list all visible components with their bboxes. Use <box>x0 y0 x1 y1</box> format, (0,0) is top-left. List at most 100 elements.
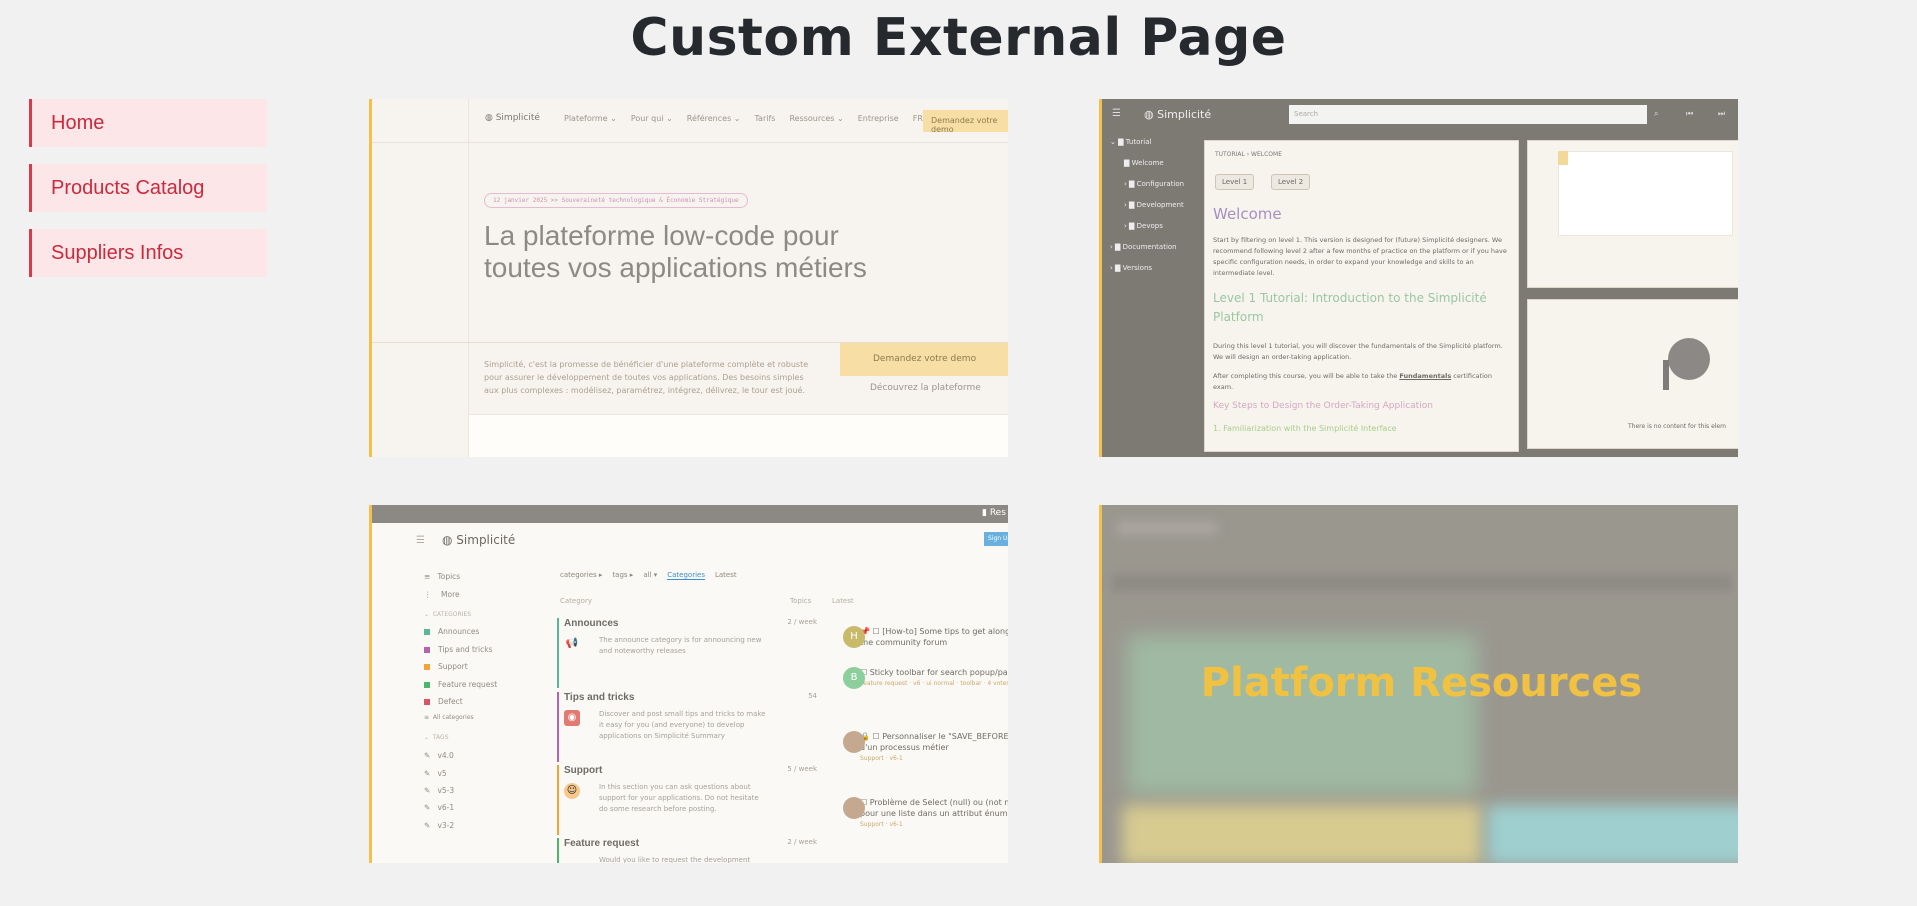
blurred-logo <box>1117 521 1217 535</box>
hero-paragraph: Simplicité, c'est la promesse de bénéfic… <box>484 360 809 395</box>
site-footer-area <box>469 414 1008 457</box>
app-sidebar: ⌄ ▇ Tutorial ▇ Welcome › ▇ Configuration… <box>1102 132 1198 457</box>
platform-resources-label: Platform Resources <box>1200 660 1643 706</box>
tile-platform-resources[interactable]: Platform Resources <box>1099 505 1738 863</box>
empty-illustration-icon <box>1668 338 1710 380</box>
breadcrumb: TUTORIAL › WELCOME <box>1215 151 1282 158</box>
sidebar-topics: ≡ Topics <box>424 572 461 581</box>
forum-topbar <box>372 505 1008 523</box>
support-icon: ☺ <box>564 783 580 799</box>
resources-link: ▮ Res <box>982 508 1006 518</box>
sidebar-all-categories: ≡ All categories <box>424 714 474 721</box>
preview-panel <box>1527 140 1738 288</box>
tree-item: › ▇ Documentation <box>1110 243 1177 251</box>
sidebar-category: Announces <box>424 627 479 636</box>
site-menu-item: Tarifs <box>754 114 776 123</box>
tag-icon: ✎ <box>424 751 433 760</box>
tree-item: › ▇ Versions <box>1110 264 1153 272</box>
header-topics: Topics <box>790 597 812 605</box>
doc-paragraph: After completing this course, you will b… <box>1213 372 1492 391</box>
tag-icon: ✎ <box>424 786 433 795</box>
sidebar-category: Tips and tricks <box>424 645 492 654</box>
menu-icon: ☰ <box>416 535 425 546</box>
tag-icon: ✎ <box>424 769 433 778</box>
megaphone-icon: 📢 <box>565 638 579 649</box>
doc-intro: Start by filtering on level 1. This vers… <box>1213 236 1507 277</box>
tile-forum-preview[interactable]: ▮ Res ☰ ◍ Simplicité Sign Up ≡ Topics ⋮ … <box>369 505 1008 863</box>
level-1-button: Level 1 <box>1215 174 1255 190</box>
doc-subheading: 1. Familiarization with the Simplicité I… <box>1213 424 1397 433</box>
tree-item: › ▇ Configuration <box>1124 180 1185 188</box>
avatar <box>843 731 865 753</box>
news-tag: 12 janvier 2025 >> Souveraineté technolo… <box>484 193 748 208</box>
tree-item: ▇ Welcome <box>1124 159 1164 167</box>
divider <box>468 99 469 457</box>
app-brand: ◍ Simplicité <box>1144 108 1212 121</box>
sidebar-tag: ✎ v4.0 <box>424 751 454 760</box>
blurred-card <box>1127 635 1477 795</box>
first-icon: ⏮ <box>1686 109 1694 118</box>
forum-brand: ◍ Simplicité <box>442 533 516 547</box>
fundamentals-link: Fundamentals <box>1399 372 1452 380</box>
site-menu-item: Ressources ⌄ <box>789 114 844 123</box>
tab-categories: Categories <box>667 571 705 580</box>
nav-item-home[interactable]: Home <box>29 99 267 147</box>
doc-heading: Level 1 Tutorial: Introduction to the Si… <box>1213 291 1487 324</box>
app-search: Search <box>1289 105 1647 124</box>
sidebar-tag: ✎ v5-3 <box>424 786 455 795</box>
blurred-card <box>1487 805 1738 863</box>
blurred-header <box>1112 575 1732 591</box>
sidebar-tag: ✎ v3-2 <box>424 821 455 830</box>
category-row: Support 5 / week ☺ In this section you c… <box>557 765 817 835</box>
side-nav: Home Products Catalog Suppliers Infos <box>29 99 267 294</box>
cta-discover: Découvrez la plateforme <box>870 383 981 393</box>
category-row: Announces 2 / week 📢 The announce catego… <box>557 618 817 688</box>
sidebar-categories-header: ⌄ CATEGORIES <box>424 611 472 618</box>
bookmark-icon <box>1558 151 1568 165</box>
tree-item: ⌄ ▇ Tutorial <box>1110 138 1152 146</box>
category-row: Feature request 2 / week Would you like … <box>557 838 817 863</box>
menu-icon: ☰ <box>1112 108 1121 119</box>
logo-icon: ◍ <box>442 533 457 547</box>
level-2-button: Level 2 <box>1271 174 1311 190</box>
nav-item-products-catalog[interactable]: Products Catalog <box>29 164 267 212</box>
site-menu-item: Plateforme ⌄ <box>564 114 617 123</box>
sidebar-more: ⋮ More <box>424 590 460 599</box>
avatar: B <box>843 667 865 689</box>
sidebar-tag: ✎ v6-1 <box>424 803 455 812</box>
empty-message: There is no content for this elem <box>1628 423 1726 430</box>
site-menu-item: Références ⌄ <box>686 114 741 123</box>
cta-demo: Demandez votre demo <box>840 343 1008 376</box>
thumbnail <box>1558 151 1733 236</box>
search-icon: ⌕ <box>1654 109 1659 118</box>
filter-all: all ▾ <box>643 571 658 579</box>
tile-tutorial-preview[interactable]: ☰ ◍ Simplicité Search ⌕ ⏮ ⏭ ⌄ ▇ Tutorial… <box>1099 99 1738 457</box>
tile-website-preview[interactable]: ◍ Simplicité Plateforme ⌄ Pour qui ⌄ Réf… <box>369 99 1008 457</box>
tag-icon: ✎ <box>424 821 433 830</box>
header-category: Category <box>560 597 592 605</box>
latest-topic: H 📌 ☐ [How-to] Some tips to get along wi… <box>843 626 1008 648</box>
doc-panel: TUTORIAL › WELCOME Level 1 Level 2 Welco… <box>1204 140 1519 452</box>
doc-subheading: Key Steps to Design the Order-Taking App… <box>1213 401 1433 411</box>
tab-latest: Latest <box>714 571 737 579</box>
latest-topic: 🔒 ☐ Personnaliser le "SAVE_BEFORE_QUIT" … <box>843 731 1008 764</box>
nav-item-suppliers-infos[interactable]: Suppliers Infos <box>29 229 267 277</box>
book-icon: ▮ <box>982 508 990 518</box>
page-title: Custom External Page <box>630 8 1287 68</box>
sidebar-category: Defect <box>424 697 463 706</box>
logo-icon: ◍ <box>485 113 496 123</box>
sidebar-tags-header: ⌄ TAGS <box>424 734 449 741</box>
lifebuoy-icon: ◉ <box>564 710 580 726</box>
avatar <box>843 797 865 819</box>
doc-paragraph: During this level 1 tutorial, you will d… <box>1213 342 1503 361</box>
tree-item: › ▇ Devops <box>1124 222 1163 230</box>
hero-headline: La plateforme low-code pour toutes vos a… <box>484 220 867 283</box>
site-menu: Plateforme ⌄ Pour qui ⌄ Références ⌄ Tar… <box>564 114 923 123</box>
avatar: H <box>843 626 865 648</box>
blurred-card <box>1122 805 1482 863</box>
demo-request-top: Demandez votre demo <box>923 110 1008 134</box>
logo-icon: ◍ <box>1144 108 1158 121</box>
site-menu-item: FR <box>912 114 923 123</box>
site-logo: ◍ Simplicité <box>485 113 540 123</box>
last-icon: ⏭ <box>1718 109 1726 118</box>
